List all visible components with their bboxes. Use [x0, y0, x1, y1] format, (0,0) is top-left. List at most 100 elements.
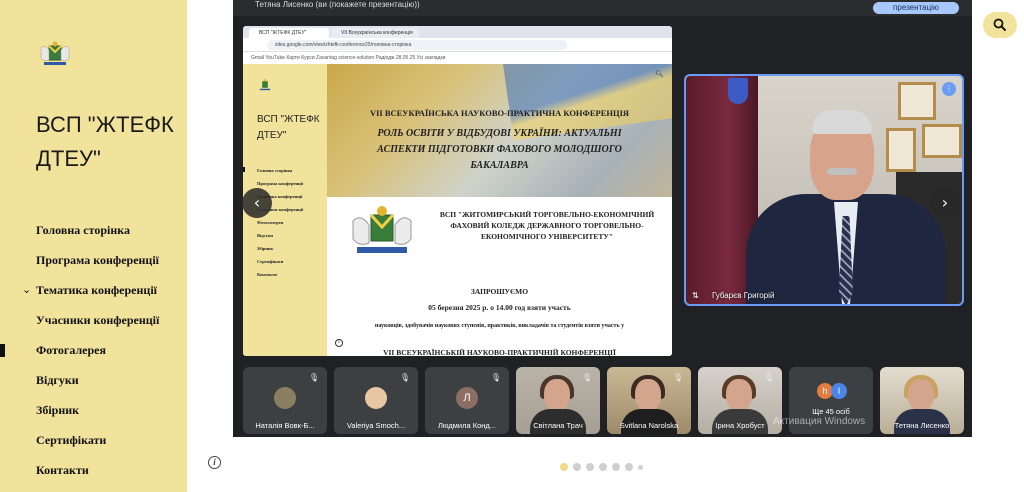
carousel-dot[interactable] [638, 464, 643, 470]
nav-item-topics[interactable]: ⌄ Тематика конференції [22, 282, 159, 312]
audience-line: науковців, здобувачів наукових ступенів,… [374, 323, 625, 329]
audio-active-icon: ⋮ [942, 82, 956, 96]
mic-off-icon: 🎙︎ [763, 373, 774, 382]
shared-nav-item: Контакти [257, 272, 277, 277]
speaker-name: Губарєв Григорій [712, 291, 775, 300]
shared-nav-item: Головна сторінка [257, 168, 293, 173]
conference-line: VII ВСЕУКРАЇНСЬКА НАУКОВО-ПРАКТИЧНА КОНФ… [369, 108, 630, 118]
participant-name: Наталія Вовк-Б... [255, 421, 315, 430]
shared-nav-item: Сертифікати [257, 259, 284, 264]
speaker-tile: ⋮ ⇅ Губарєв Григорій [684, 74, 964, 306]
participant-tile: 🎙︎ Л Людмила Конд... [425, 367, 509, 434]
carousel-dot[interactable] [573, 463, 581, 471]
search-button[interactable] [983, 12, 1017, 38]
avatar [274, 387, 296, 409]
coat-of-arms [728, 78, 748, 104]
invite-heading: ЗАПРОШУЄМО [470, 287, 529, 296]
shared-nav-item: Програма конференції [257, 181, 304, 186]
carousel-dot[interactable] [612, 463, 620, 471]
chevron-left-icon: ‹ [253, 193, 261, 212]
participant-name: Ірина Хробуст [715, 421, 765, 430]
active-nav-indicator [0, 344, 5, 357]
participant-face [544, 379, 570, 411]
carousel-dot[interactable] [586, 463, 594, 471]
avatar-letter: Л [456, 387, 478, 409]
nav-item-label: Фотогалерея [36, 343, 106, 357]
mic-off-icon: 🎙︎ [581, 373, 592, 382]
browser-tab-bar: ВСП "ЖТЕФК ДТЕУ" VII Всеукраїнська конфе… [243, 26, 672, 38]
nav-item-label: Тематика конференції [36, 283, 157, 297]
college-section: ВСП "ЖИТОМИРСЬКИЙ ТОРГОВЕЛЬНО-ЕКОНОМІЧНИ… [327, 197, 672, 356]
site-title: ВСП "ЖТЕФК ДТЕУ" [36, 112, 174, 171]
wall-frame [922, 124, 962, 158]
nav-item-contacts[interactable]: Контакти [36, 462, 159, 492]
carousel-dot[interactable] [560, 463, 568, 471]
info-icon: i [335, 339, 343, 347]
participant-tile: 🎙︎ Наталія Вовк-Б... [243, 367, 327, 434]
shared-site-title: ВСП "ЖТЕФК ДТЕУ" [257, 114, 320, 141]
pin-icon: ⇅ [692, 291, 699, 300]
sidebar-nav: Головна сторінка Програма конференції ⌄ Т… [22, 222, 159, 492]
participant-name: Тетяна Лисенко [894, 421, 950, 430]
nav-item-label: Головна сторінка [36, 223, 130, 237]
participant-tile: Тетяна Лисенко [880, 367, 964, 434]
browser-tab: ВСП "ЖТЕФК ДТЕУ" [249, 28, 329, 38]
participant-name: Світлана Трач [533, 421, 583, 430]
conference-theme: РОЛЬ ОСВІТИ У ВІДБУДОВІ УКРАЇНИ: АКТУАЛЬ… [377, 128, 622, 171]
speaker-hair [812, 110, 872, 134]
shared-screen: ВСП "ЖТЕФК ДТЕУ" VII Всеукраїнська конфе… [243, 26, 672, 356]
nav-item-label: Учасники конференції [36, 313, 160, 327]
mic-off-icon: 🎙︎ [399, 373, 410, 382]
carousel-dot[interactable] [625, 463, 633, 471]
conference-banner: 🔍︎ VII ВСЕУКРАЇНСЬКА НАУКОВО-ПРАКТИЧНА К… [327, 64, 672, 197]
present-button: презентацію [873, 2, 959, 14]
active-nav-indicator [243, 167, 245, 172]
windows-activation-watermark: Активация Windows [773, 416, 866, 427]
shared-nav-item: Збірник [257, 246, 274, 251]
participant-tile: 🎙︎ Valeriya Smoch... [334, 367, 418, 434]
nav-item-label: Сертифікати [36, 433, 107, 447]
participant-tile: 🎙︎ Svitlana Narolska [607, 367, 691, 434]
carousel-next-button[interactable]: › [930, 188, 960, 218]
carousel-prev-button[interactable]: ‹ [242, 188, 272, 218]
conference-repeat: VII ВСЕУКРАЇНСЬКІЙ НАУКОВО-ПРАКТИЧНІЙ КО… [383, 348, 616, 356]
chevron-right-icon: › [941, 193, 949, 212]
wall-frame [898, 82, 936, 120]
participant-face [726, 379, 752, 411]
shared-nav: Головна сторінка Програма конференції Те… [257, 164, 303, 281]
nav-item-gallery[interactable]: Фотогалерея [36, 342, 159, 372]
nav-item-label: Відгуки [36, 373, 79, 387]
nav-item-participants[interactable]: Учасники конференції [36, 312, 159, 342]
search-icon [993, 18, 1007, 32]
mic-off-icon: 🎙︎ [672, 373, 683, 382]
carousel-dot[interactable] [599, 463, 607, 471]
college-logo[interactable] [38, 40, 72, 68]
nav-item-reviews[interactable]: Відгуки [36, 372, 159, 402]
chevron-down-icon[interactable]: ⌄ [22, 282, 31, 298]
participant-name: Ще 45 осіб [812, 407, 850, 416]
avatar-letter: I [831, 383, 847, 399]
nav-item-program[interactable]: Програма конференції [36, 252, 159, 282]
college-emblem [352, 206, 412, 253]
meet-top-bar: Тетяна Лисенко (ви (покажете презентацію… [233, 0, 972, 16]
search-icon: 🔍︎ [655, 70, 664, 78]
gallery-image: Тетяна Лисенко (ви (покажете презентацію… [233, 0, 972, 437]
nav-item-certificates[interactable]: Сертифікати [36, 432, 159, 462]
participant-name: Людмила Конд... [437, 421, 497, 430]
nav-item-collection[interactable]: Збірник [36, 402, 159, 432]
info-icon[interactable]: i [208, 456, 221, 469]
sidebar: ВСП "ЖТЕФК ДТЕУ" Головна сторінка Програ… [0, 0, 187, 492]
browser-bookmarks: Gmail YouTube Карти Курси Zavantag scien… [243, 52, 672, 64]
date-line: 05 березня 2025 р. о 14.00 год взяти уча… [428, 303, 571, 312]
wall-frame [886, 128, 916, 172]
participant-face [908, 379, 934, 411]
nav-item-home[interactable]: Головна сторінка [36, 222, 159, 252]
shared-nav-item: Відгуки [257, 233, 274, 238]
mic-off-icon: 🎙︎ [308, 373, 319, 382]
browser-tab: VII Всеукраїнська конференція [331, 28, 419, 38]
speaker-mustache [827, 168, 857, 175]
browser-url-bar: sites.google.com/view/zhtefk-conference2… [243, 38, 672, 52]
participant-tile: 🎙︎ Світлана Трач [516, 367, 600, 434]
shared-nav-item: Фотогалерея [257, 220, 284, 225]
nav-item-label: Збірник [36, 403, 80, 417]
